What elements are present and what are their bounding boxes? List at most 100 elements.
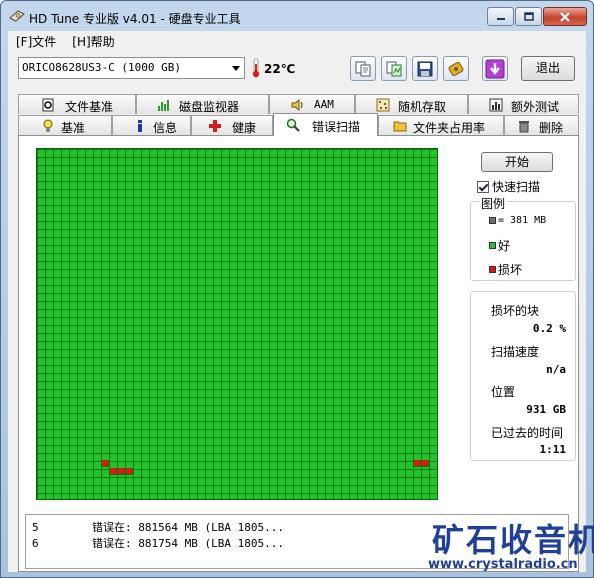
tab-info[interactable]: 信息 xyxy=(112,115,191,135)
tab-error-scan-label: 错误扫描 xyxy=(312,120,361,134)
tab-benchmark-label: 基准 xyxy=(61,121,86,135)
download-button[interactable] xyxy=(482,56,508,81)
thermometer-icon xyxy=(252,58,260,78)
log-entry-text: 错误在: 881754 MB (LBA 1805... xyxy=(92,537,284,550)
quick-scan-option[interactable]: 快速扫描 xyxy=(477,178,540,195)
legend-bad: 损坏 xyxy=(489,261,522,278)
bad-block xyxy=(110,468,117,476)
menu-file[interactable]: [F]文件 xyxy=(16,33,56,50)
watermark-cn: 矿石收音机 xyxy=(432,521,594,559)
tab-error-scan[interactable]: 错误扫描 xyxy=(273,113,378,136)
damaged-blocks-value: 0.2 % xyxy=(532,322,566,335)
maximize-icon xyxy=(523,12,534,21)
main-client-area: [F]文件 [H]帮助 ORICO8628US3-C (1000 GB) 22℃ xyxy=(8,31,586,572)
legend-block-size: = 381 MB xyxy=(489,215,546,226)
tab-health[interactable]: 健康 xyxy=(191,115,273,135)
bad-block xyxy=(422,460,429,468)
log-entry: 5 错误在: 881564 MB (LBA 1805... xyxy=(32,519,284,535)
magnifier-icon xyxy=(286,118,300,132)
quick-scan-checkbox[interactable] xyxy=(477,180,489,193)
log-entry: 6 错误在: 881754 MB (LBA 1805... xyxy=(32,535,284,551)
legend-title: 图例 xyxy=(479,195,508,212)
legend-group xyxy=(470,201,576,281)
exit-button[interactable]: 退出 xyxy=(521,56,575,81)
log-entry-number: 6 xyxy=(32,537,39,550)
copy-text-icon xyxy=(355,61,371,76)
position-label: 位置 xyxy=(491,385,516,399)
legend-block-size-label: = 381 MB xyxy=(498,215,547,226)
elapsed-time-value: 1:11 xyxy=(539,443,567,456)
bad-block xyxy=(118,468,125,476)
menu-help[interactable]: [H]帮助 xyxy=(72,33,114,50)
window-controls xyxy=(487,7,587,26)
tab-random-access[interactable]: 随机存取 xyxy=(355,94,468,114)
tab-folder-usage[interactable]: 文件夹占用率 xyxy=(378,115,504,135)
minimize-icon xyxy=(496,17,505,20)
random-access-icon xyxy=(376,98,390,112)
elapsed-time-label: 已过去的时间 xyxy=(491,426,564,440)
tab-row-lower: 基准 信息 健康 错误扫描 文件夹占用率 删除 xyxy=(18,113,579,136)
copy-text-button[interactable] xyxy=(350,56,376,81)
error-scan-panel: 开始 快速扫描 图例 = 381 MB 好 损坏 损坏的块 0.2 % 扫描速度… xyxy=(18,135,579,572)
folder-icon xyxy=(393,121,407,132)
copy-screenshot-icon xyxy=(386,61,402,76)
download-icon xyxy=(485,59,505,78)
maximize-button[interactable] xyxy=(515,7,542,26)
tab-random-access-label: 随机存取 xyxy=(398,100,447,114)
scan-block-grid xyxy=(37,149,437,499)
good-swatch xyxy=(489,242,496,249)
log-entry-text: 错误在: 881564 MB (LBA 1805... xyxy=(92,521,284,534)
tab-erase-label: 删除 xyxy=(539,121,564,135)
start-button[interactable]: 开始 xyxy=(481,152,553,172)
menu-bar: [F]文件 [H]帮助 xyxy=(8,31,586,51)
temperature-readout: 22℃ xyxy=(264,62,296,76)
tab-extra-tests-label: 额外测试 xyxy=(511,100,560,114)
app-window: HD Tune 专业版 v4.01 - 硬盘专业工具 [F]文件 [H]帮助 O… xyxy=(0,0,594,578)
tab-info-label: 信息 xyxy=(153,121,178,135)
close-icon xyxy=(560,11,570,22)
scan-grid-frame xyxy=(36,148,438,500)
drive-select[interactable]: ORICO8628US3-C (1000 GB) xyxy=(18,57,245,79)
hd-tune-app-icon xyxy=(9,10,25,22)
options-button[interactable] xyxy=(443,56,469,81)
tab-erase[interactable]: 删除 xyxy=(504,115,579,135)
close-button[interactable] xyxy=(543,7,587,26)
health-cross-icon xyxy=(209,120,221,132)
tab-extra-tests[interactable]: 额外测试 xyxy=(468,94,579,114)
legend-good: 好 xyxy=(489,237,510,254)
quick-scan-label: 快速扫描 xyxy=(492,180,541,194)
disk-monitor-icon xyxy=(158,100,169,111)
bad-block xyxy=(126,468,133,476)
tab-benchmark[interactable]: 基准 xyxy=(18,115,112,135)
save-icon xyxy=(417,61,433,76)
bad-block xyxy=(102,460,109,468)
chevron-down-icon xyxy=(232,66,240,71)
trash-icon xyxy=(519,121,529,133)
options-icon xyxy=(448,61,464,76)
window-title: HD Tune 专业版 v4.01 - 硬盘专业工具 xyxy=(29,12,241,26)
tab-disk-monitor[interactable]: 磁盘监视器 xyxy=(136,94,269,114)
position-value: 931 GB xyxy=(526,403,566,416)
tab-aam[interactable]: AAM xyxy=(269,94,355,114)
tab-disk-monitor-label: 磁盘监视器 xyxy=(179,100,240,114)
copy-screenshot-button[interactable] xyxy=(381,56,407,81)
drive-select-value: ORICO8628US3-C (1000 GB) xyxy=(22,61,181,74)
file-benchmark-icon xyxy=(42,98,54,112)
bad-swatch xyxy=(489,266,496,273)
save-button[interactable] xyxy=(412,56,438,81)
tab-aam-label: AAM xyxy=(314,98,334,111)
block-swatch xyxy=(489,217,496,224)
tab-folder-usage-label: 文件夹占用率 xyxy=(413,121,486,135)
tab-row-upper: 文件基准 磁盘监视器 AAM 随机存取 额外测试 xyxy=(18,94,579,114)
scan-speed-label: 扫描速度 xyxy=(491,345,540,359)
info-icon xyxy=(138,120,142,132)
minimize-button[interactable] xyxy=(487,7,514,26)
tab-health-label: 健康 xyxy=(232,121,257,135)
watermark-url: www.crystalradio.cn xyxy=(428,557,578,572)
tab-file-benchmark[interactable]: 文件基准 xyxy=(18,94,136,114)
damaged-blocks-label: 损坏的块 xyxy=(491,304,540,318)
log-entry-number: 5 xyxy=(32,521,39,534)
tab-file-benchmark-label: 文件基准 xyxy=(65,100,114,114)
toolbar: ORICO8628US3-C (1000 GB) 22℃ 退出 xyxy=(8,53,586,85)
legend-bad-label: 损坏 xyxy=(498,263,523,277)
